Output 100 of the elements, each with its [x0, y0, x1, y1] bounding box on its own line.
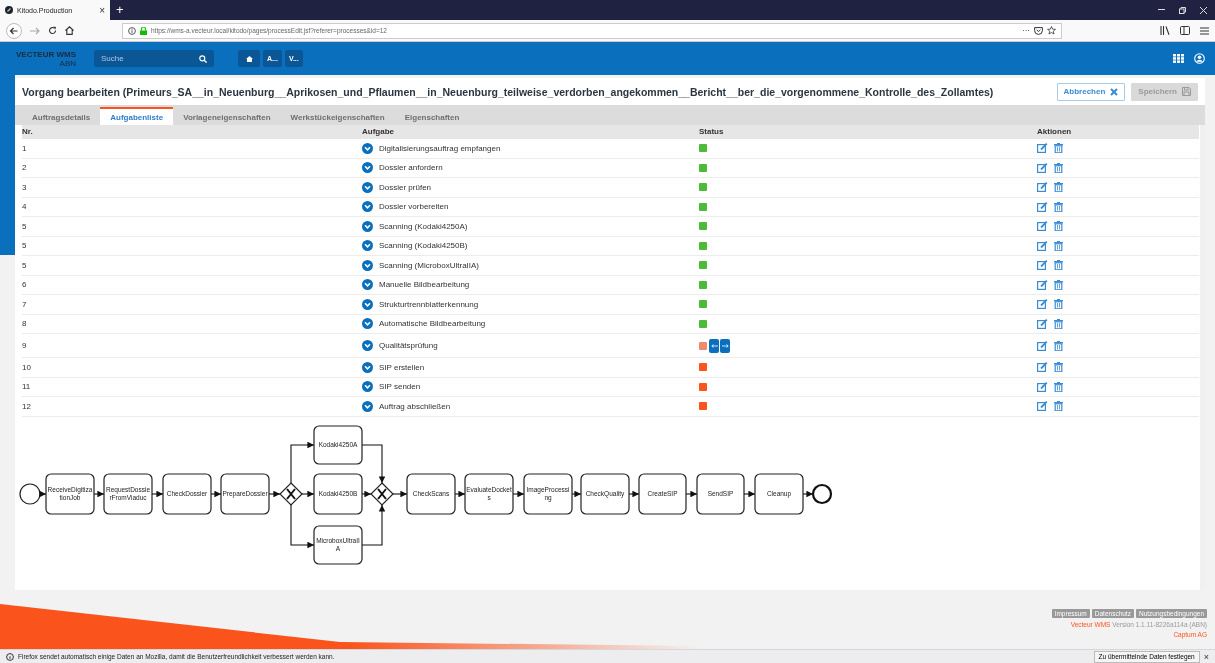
edit-icon[interactable]: [1037, 279, 1048, 290]
user-icon[interactable]: [1194, 53, 1205, 64]
pocket-icon[interactable]: [1034, 26, 1043, 35]
edit-icon[interactable]: [1037, 318, 1048, 329]
task-name: Digitalisierungsauftrag empfangen: [379, 143, 501, 153]
task-name: SIP erstellen: [379, 362, 425, 372]
row-number: 4: [22, 202, 27, 212]
home-breadcrumb[interactable]: [238, 50, 260, 67]
sequence-arrow: [93, 490, 105, 497]
trash-icon[interactable]: [1054, 143, 1063, 154]
info-icon: [6, 652, 14, 661]
edit-icon[interactable]: [1037, 381, 1048, 392]
menu-icon[interactable]: [1200, 26, 1209, 35]
new-tab-button[interactable]: +: [110, 0, 130, 20]
close-icon: [1110, 87, 1119, 96]
chevron-down-icon[interactable]: [362, 142, 373, 154]
task-name: Auftrag abschließen: [379, 401, 451, 411]
trash-icon[interactable]: [1054, 299, 1063, 310]
chevron-down-icon[interactable]: [362, 340, 373, 351]
tab[interactable]: Eigenschaften: [394, 107, 470, 125]
tab[interactable]: Aufgabenliste: [100, 107, 174, 125]
edit-icon[interactable]: [1037, 362, 1048, 373]
exclusive-gateway: [370, 481, 394, 506]
chevron-down-icon[interactable]: [362, 220, 373, 232]
trash-icon[interactable]: [1054, 221, 1063, 232]
back-icon[interactable]: [6, 22, 22, 39]
row-number: 7: [22, 299, 27, 309]
column-header: Status: [699, 125, 1037, 139]
arrow-left-icon: [710, 343, 718, 348]
edit-icon[interactable]: [1037, 340, 1048, 351]
move-right-button[interactable]: [720, 338, 730, 353]
edit-icon[interactable]: [1037, 240, 1048, 251]
search-icon[interactable]: [199, 54, 207, 63]
chevron-down-icon[interactable]: [362, 181, 373, 193]
trash-icon[interactable]: [1054, 340, 1063, 351]
edit-icon[interactable]: [1037, 162, 1048, 173]
task-name: Dossier anfordern: [379, 163, 443, 173]
move-left-button[interactable]: [709, 338, 719, 353]
star-icon[interactable]: [1047, 26, 1056, 35]
sequence-arrow: [268, 490, 281, 497]
trash-icon[interactable]: [1054, 381, 1063, 392]
sequence-arrow: [454, 490, 466, 497]
trash-icon[interactable]: [1054, 401, 1063, 412]
save-icon: [1182, 87, 1191, 96]
column-header: Nr.: [22, 125, 362, 139]
edit-icon[interactable]: [1037, 182, 1048, 193]
edit-icon[interactable]: [1037, 299, 1048, 310]
row-number: 8: [22, 319, 27, 329]
trash-icon[interactable]: [1054, 162, 1063, 173]
library-icon[interactable]: [1160, 26, 1170, 35]
sequence-arrow: [743, 490, 756, 497]
sequence-arrow: [210, 490, 222, 497]
tab[interactable]: Auftragsdetails: [22, 107, 101, 125]
trash-icon[interactable]: [1054, 260, 1063, 271]
tab[interactable]: Werkstückeigenschaften: [280, 107, 395, 125]
trash-icon[interactable]: [1054, 279, 1063, 290]
task-name: Scanning (MicroboxUltraIIA): [379, 260, 480, 270]
edit-icon[interactable]: [1037, 221, 1048, 232]
home-icon[interactable]: [65, 26, 74, 35]
trash-icon[interactable]: [1054, 240, 1063, 251]
trash-icon[interactable]: [1054, 201, 1063, 212]
restore-icon[interactable]: [1179, 6, 1186, 14]
tab[interactable]: Vorlageneigenschaften: [173, 107, 281, 125]
edit-icon[interactable]: [1037, 201, 1048, 212]
row-number: 12: [22, 401, 31, 411]
sidebar-icon[interactable]: [1180, 26, 1190, 35]
reload-icon[interactable]: [48, 26, 57, 35]
task-name: Manuelle Bildbearbeitung: [379, 280, 470, 290]
edit-icon[interactable]: [1037, 260, 1048, 271]
sequence-arrow: [571, 490, 582, 497]
row-number: 11: [22, 382, 31, 392]
chevron-down-icon[interactable]: [362, 400, 373, 412]
minimize-icon[interactable]: [1158, 9, 1165, 11]
apps-grid-icon[interactable]: [1173, 54, 1184, 63]
chevron-down-icon[interactable]: [362, 361, 373, 373]
row-number: 5: [22, 221, 27, 231]
chevron-down-icon[interactable]: [362, 381, 373, 393]
trash-icon[interactable]: [1054, 362, 1063, 373]
notification-close-button[interactable]: ×: [1203, 651, 1209, 662]
close-icon[interactable]: [1200, 6, 1207, 14]
search-field[interactable]: Suche: [94, 50, 214, 67]
chevron-down-icon[interactable]: [362, 201, 373, 213]
chevron-down-icon[interactable]: [362, 318, 373, 330]
trash-icon[interactable]: [1054, 318, 1063, 329]
end-event: [811, 483, 833, 504]
chevron-down-icon[interactable]: [362, 279, 373, 291]
chevron-down-icon[interactable]: [362, 162, 373, 174]
edit-icon[interactable]: [1037, 143, 1048, 154]
forward-icon[interactable]: [30, 26, 40, 35]
chevron-down-icon[interactable]: [362, 298, 373, 310]
info-icon[interactable]: [128, 26, 136, 35]
tab-close-button[interactable]: ×: [99, 4, 105, 16]
page-actions-button[interactable]: ···: [1022, 26, 1030, 35]
trash-icon[interactable]: [1054, 182, 1063, 193]
chevron-down-icon[interactable]: [362, 240, 373, 252]
cancel-button[interactable]: Abbrechen: [1056, 82, 1126, 101]
edit-icon[interactable]: [1037, 401, 1048, 412]
row-number: 5: [22, 241, 27, 251]
task-name: Dossier vorbereiten: [379, 202, 449, 212]
chevron-down-icon[interactable]: [362, 259, 373, 271]
